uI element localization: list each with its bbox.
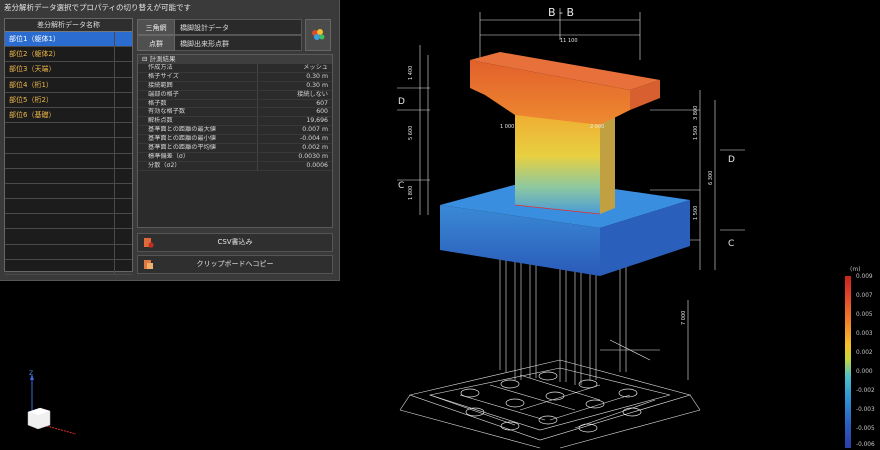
list-row-empty	[5, 138, 132, 154]
analysis-data-list: 差分解析データ名称 部位1（躯体1） 部位2（躯体2） 部位3（天端） 部位4（…	[4, 18, 133, 275]
svg-text:D: D	[398, 97, 405, 107]
list-item[interactable]: 部位4（桁1）	[5, 77, 132, 93]
legend-tick: 0.002	[856, 350, 873, 356]
svg-text:1 500: 1 500	[693, 206, 699, 220]
legend-tick: 0.003	[856, 331, 873, 337]
list-row-empty	[5, 259, 132, 275]
legend-tick: 0.007	[856, 293, 873, 299]
svg-text:B - B: B - B	[548, 6, 574, 19]
svg-text:11 100: 11 100	[560, 38, 578, 44]
legend-tick: -0.003	[856, 407, 875, 413]
legend-tick: -0.005	[856, 426, 875, 432]
list-row-empty	[5, 214, 132, 230]
table-row: 基準面との距離の最小値 -0.004 m	[138, 135, 332, 145]
legend-unit: (m)	[850, 266, 861, 273]
svg-text:1 500: 1 500	[693, 126, 699, 140]
results-table: ⊟ 計測結果 作成方法 メッシュ 格子サイズ 0.30 m 接続範囲 0.30 m 端…	[137, 54, 333, 228]
list-row-empty	[5, 123, 132, 139]
list-row-empty	[5, 168, 132, 184]
axis-gizmo[interactable]: Z	[14, 370, 84, 440]
palette-icon	[312, 29, 325, 40]
table-row: 基準面との距離の平均値 0.002 m	[138, 144, 332, 153]
model-viewport[interactable]: B - B D C D C 11 100 1 000 2 000 1 400 5…	[340, 0, 840, 450]
legend-bar	[845, 276, 851, 448]
color-settings-button[interactable]	[305, 19, 331, 51]
legend-tick: 0.009	[856, 274, 873, 280]
list-row-empty	[5, 153, 132, 169]
legend-tick: 0.005	[856, 312, 873, 318]
svg-text:5 600: 5 600	[408, 126, 414, 140]
svg-text:C: C	[728, 239, 734, 249]
legend-tick: 0.000	[856, 369, 873, 375]
svg-text:Z: Z	[29, 370, 33, 377]
pointcloud-value[interactable]: 橋脚出来形点群	[175, 35, 302, 51]
svg-text:1 800: 1 800	[408, 186, 414, 200]
list-item[interactable]: 部位3（天端）	[5, 62, 132, 78]
panel-hint: 差分解析データ選択でプロパティの切り替えが可能です	[4, 3, 192, 12]
legend-tick: -0.006	[856, 442, 875, 448]
tin-value[interactable]: 橋脚設計データ	[175, 19, 302, 35]
svg-text:C: C	[398, 181, 404, 191]
list-item[interactable]: 部位5（桁2）	[5, 92, 132, 108]
color-scale-legend: (m) 0.009 0.007 0.005 0.003 0.002 0.000 …	[845, 266, 880, 450]
svg-text:1 000: 1 000	[500, 124, 514, 130]
svg-text:2 000: 2 000	[590, 124, 604, 130]
table-row: 接続範囲 0.30 m	[138, 81, 332, 91]
table-row: 基準面との距離の最大値 0.007 m	[138, 126, 332, 136]
svg-text:D: D	[728, 155, 735, 165]
svg-text:7 000: 7 000	[681, 311, 687, 325]
tin-label: 三角網	[137, 19, 175, 35]
table-row: 分散（σ2） 0.0006	[138, 161, 332, 171]
table-row: 端部の格子 接続しない	[138, 90, 332, 100]
table-row: 格子サイズ 0.30 m	[138, 72, 332, 82]
table-row: 格子数 607	[138, 99, 332, 109]
list-row-empty	[5, 229, 132, 245]
svg-text:1 400: 1 400	[408, 66, 414, 80]
svg-text:3 800: 3 800	[693, 106, 699, 120]
results-header: ⊟ 計測結果	[138, 55, 332, 64]
column-front	[515, 108, 600, 214]
csv-export-button[interactable]: CSV書込み	[137, 233, 333, 252]
legend-tick: -0.002	[856, 388, 875, 394]
list-row-empty	[5, 199, 132, 215]
list-header: 差分解析データ名称	[5, 19, 132, 32]
list-item[interactable]: 部位6（基礎）	[5, 107, 132, 124]
table-row: 解析点数 19,696	[138, 117, 332, 127]
list-row-empty	[5, 244, 132, 260]
clipboard-copy-button[interactable]: クリップボードへコピー	[137, 255, 333, 274]
list-item[interactable]: 部位2（躯体2）	[5, 47, 132, 63]
tin-row: 三角網 橋脚設計データ	[137, 19, 302, 35]
pointcloud-row: 点群 橋脚出来形点群	[137, 35, 302, 51]
table-row: 有効な格子数 600	[138, 108, 332, 118]
pointcloud-label: 点群	[137, 35, 175, 51]
svg-text:6 300: 6 300	[708, 171, 714, 185]
table-row: 標準偏差（σ） 0.0030 m	[138, 152, 332, 162]
list-item[interactable]: 部位1（躯体1）	[5, 32, 132, 48]
table-row: 作成方法 メッシュ	[138, 64, 332, 73]
list-row-empty	[5, 183, 132, 200]
difference-analysis-panel: 差分解析データ選択でプロパティの切り替えが可能です 差分解析データ名称 部位1（…	[0, 0, 340, 281]
